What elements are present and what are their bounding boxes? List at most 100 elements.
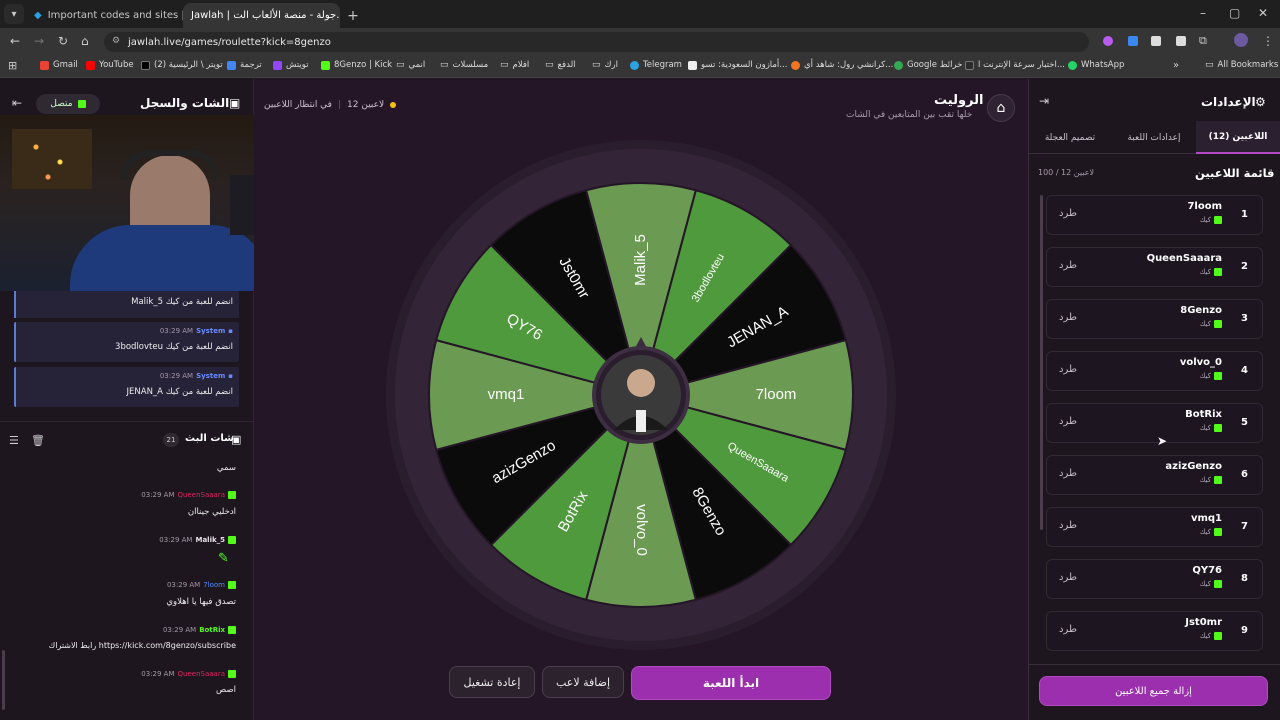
kick-player-button[interactable]: طرد (1059, 572, 1077, 583)
restart-button[interactable]: إعادة تشغيل (449, 666, 535, 698)
maximize-icon[interactable]: ▢ (1229, 6, 1240, 20)
gear-icon: ⚙ (1255, 95, 1266, 109)
status-text: متصل (50, 99, 73, 109)
chat-message-meta: 03:29 AM Malik_5 (159, 536, 236, 544)
bookmark-item[interactable]: كرانشي رول: شاهد أي... (791, 60, 893, 70)
tab-jawlah[interactable]: Jawlah | جولة - منصة الألعاب الت... ✕ (183, 3, 340, 28)
player-number: 9 (1241, 625, 1248, 636)
mouse-cursor: ➤ (1157, 434, 1168, 448)
folder-icon: ▭ (500, 60, 509, 70)
chat-username[interactable]: 7loom (203, 581, 225, 589)
minimize-icon[interactable]: – (1200, 6, 1206, 20)
kick-player-button[interactable]: طرد (1059, 208, 1077, 219)
bookmark-folder[interactable]: ▭ انمي (396, 60, 425, 70)
tab-wheel-design[interactable]: تصميم العجلة (1028, 121, 1112, 154)
home-icon[interactable]: ⌂ (81, 34, 89, 48)
kick-icon (1214, 580, 1222, 588)
kick-player-button[interactable]: طرد (1059, 520, 1077, 531)
start-game-button[interactable]: ابدأ اللعبة (631, 666, 831, 700)
avatar-shirt (636, 410, 646, 432)
twitch-icon (273, 60, 282, 70)
kick-player-button[interactable]: طرد (1059, 312, 1077, 323)
bookmark-label: تويتش (286, 60, 309, 70)
bookmark-item[interactable]: WhatsApp (1068, 60, 1124, 70)
bookmark-folder[interactable]: ▭ افلام (500, 60, 529, 70)
bookmark-item[interactable]: Telegram (630, 60, 682, 70)
kick-player-button[interactable]: طرد (1059, 416, 1077, 427)
bookmark-item[interactable]: (2) تويتر \ الرئيسية (141, 60, 223, 70)
kick-player-button[interactable]: طرد (1059, 260, 1077, 271)
chat-username[interactable]: QueenSaaara (178, 491, 225, 499)
chat-scrollbar[interactable] (2, 650, 5, 710)
system-message: 03:29 AM System ▪ 3bodlovteu انضم للعبة … (14, 322, 239, 362)
reload-icon[interactable]: ↻ (58, 34, 68, 48)
chat-username[interactable]: BotRix (199, 626, 225, 634)
system-label: System (196, 327, 226, 335)
sort-icon[interactable]: ☰ (9, 434, 19, 447)
kick-icon (228, 536, 236, 544)
tab-important-codes[interactable]: ◆ Important codes and sites | ... ✕ (26, 3, 183, 28)
remove-all-players-button[interactable]: إزالة جميع اللاعبين (1039, 676, 1268, 706)
chat-message-meta: 03:29 AM 7loom (167, 581, 236, 589)
tab-players[interactable]: اللاعبين (12) (1196, 121, 1280, 154)
bookmark-item[interactable]: 8Genzo | Kick (321, 60, 392, 70)
site-info-icon[interactable]: ⚙ (112, 36, 120, 46)
kick-icon (1214, 632, 1222, 640)
profile-avatar[interactable] (1234, 33, 1248, 47)
bookmark-item[interactable]: اختبار سرعة الإنترنت ا... (965, 60, 1065, 70)
kick-player-button[interactable]: طرد (1059, 468, 1077, 479)
window-close-icon[interactable]: ✕ (1258, 6, 1268, 20)
player-list-scrollbar[interactable] (1040, 195, 1043, 530)
extension-icon[interactable] (1176, 36, 1186, 46)
apps-grid-icon[interactable]: ⊞ (8, 59, 17, 72)
kick-icon (228, 626, 236, 634)
extension-icon[interactable] (1128, 36, 1138, 46)
kick-player-button[interactable]: طرد (1059, 624, 1077, 635)
browser-tab-bar: ▾ ◆ Important codes and sites | ... ✕ Ja… (0, 0, 1280, 28)
player-row: طرد 7loom كيك 1 (1046, 195, 1263, 235)
platform-label: كيك (1199, 424, 1211, 432)
bookmark-item[interactable]: Gmail (40, 60, 78, 70)
folder-icon: ▭ (545, 60, 554, 70)
player-number: 7 (1241, 521, 1248, 532)
kick-player-button[interactable]: طرد (1059, 364, 1077, 375)
new-tab-button[interactable]: + (343, 3, 363, 28)
trash-icon[interactable]: 🗑 (31, 434, 45, 447)
collapse-panel-icon[interactable]: ⇥ (1039, 94, 1049, 108)
bookmark-folder[interactable]: ▭ مسلسلات (440, 60, 488, 70)
bookmark-folder[interactable]: ▭ ارك (592, 60, 618, 70)
kick-icon (1214, 372, 1222, 380)
system-message-text: JENAN_A انضم للعبة من كيك (126, 387, 233, 397)
chat-username[interactable]: QueenSaaara (178, 670, 225, 678)
system-message-text: Malik_5 انضم للعبة من كيك (131, 297, 233, 307)
chat-message-meta: 03:29 AM BotRix (163, 626, 236, 634)
bookmark-item[interactable]: ترجمة (227, 60, 262, 70)
bookmarks-overflow-icon[interactable]: » (1173, 60, 1179, 71)
back-icon[interactable]: ← (10, 34, 20, 48)
chat-message-meta: 03:29 AM QueenSaaara (141, 491, 236, 499)
extension-icon[interactable] (1103, 36, 1113, 46)
bookmark-item[interactable]: تويتش (273, 60, 309, 70)
url-input[interactable]: ⚙ jawlah.live/games/roulette?kick=8genzo (104, 32, 1089, 52)
youtube-icon (86, 60, 95, 70)
bookmark-item[interactable]: أمازون السعودية: تسو... (688, 60, 787, 70)
extensions-puzzle-icon[interactable]: ⧉ (1199, 34, 1207, 48)
forward-icon[interactable]: → (34, 34, 44, 48)
bookmark-item[interactable]: Google خرائط (894, 60, 962, 70)
platform-label: كيك (1199, 580, 1211, 588)
all-bookmarks[interactable]: ▭ All Bookmarks (1205, 60, 1278, 70)
roulette-wheel[interactable]: JENAN_A7loomQueenSaaara8Genzovolvo_0BotR… (386, 140, 896, 650)
add-player-button[interactable]: إضافة لاعب (542, 666, 624, 698)
player-name: 8Genzo (1180, 305, 1222, 316)
bookmark-folder[interactable]: ▭ الدفع (545, 60, 576, 70)
bookmark-label: ترجمة (240, 60, 262, 70)
chat-username[interactable]: Malik_5 (195, 536, 225, 544)
tab-game-settings[interactable]: إعدادات اللعبة (1112, 121, 1196, 154)
menu-icon[interactable]: ⋮ (1262, 34, 1274, 48)
tab-search-button[interactable]: ▾ (4, 4, 24, 24)
bookmark-item[interactable]: YouTube (86, 60, 134, 70)
home-button[interactable]: ⌂ (987, 94, 1015, 122)
whatsapp-icon (1068, 60, 1077, 70)
collapse-panel-icon[interactable]: ⇤ (12, 96, 22, 110)
extension-icon[interactable] (1151, 36, 1161, 46)
